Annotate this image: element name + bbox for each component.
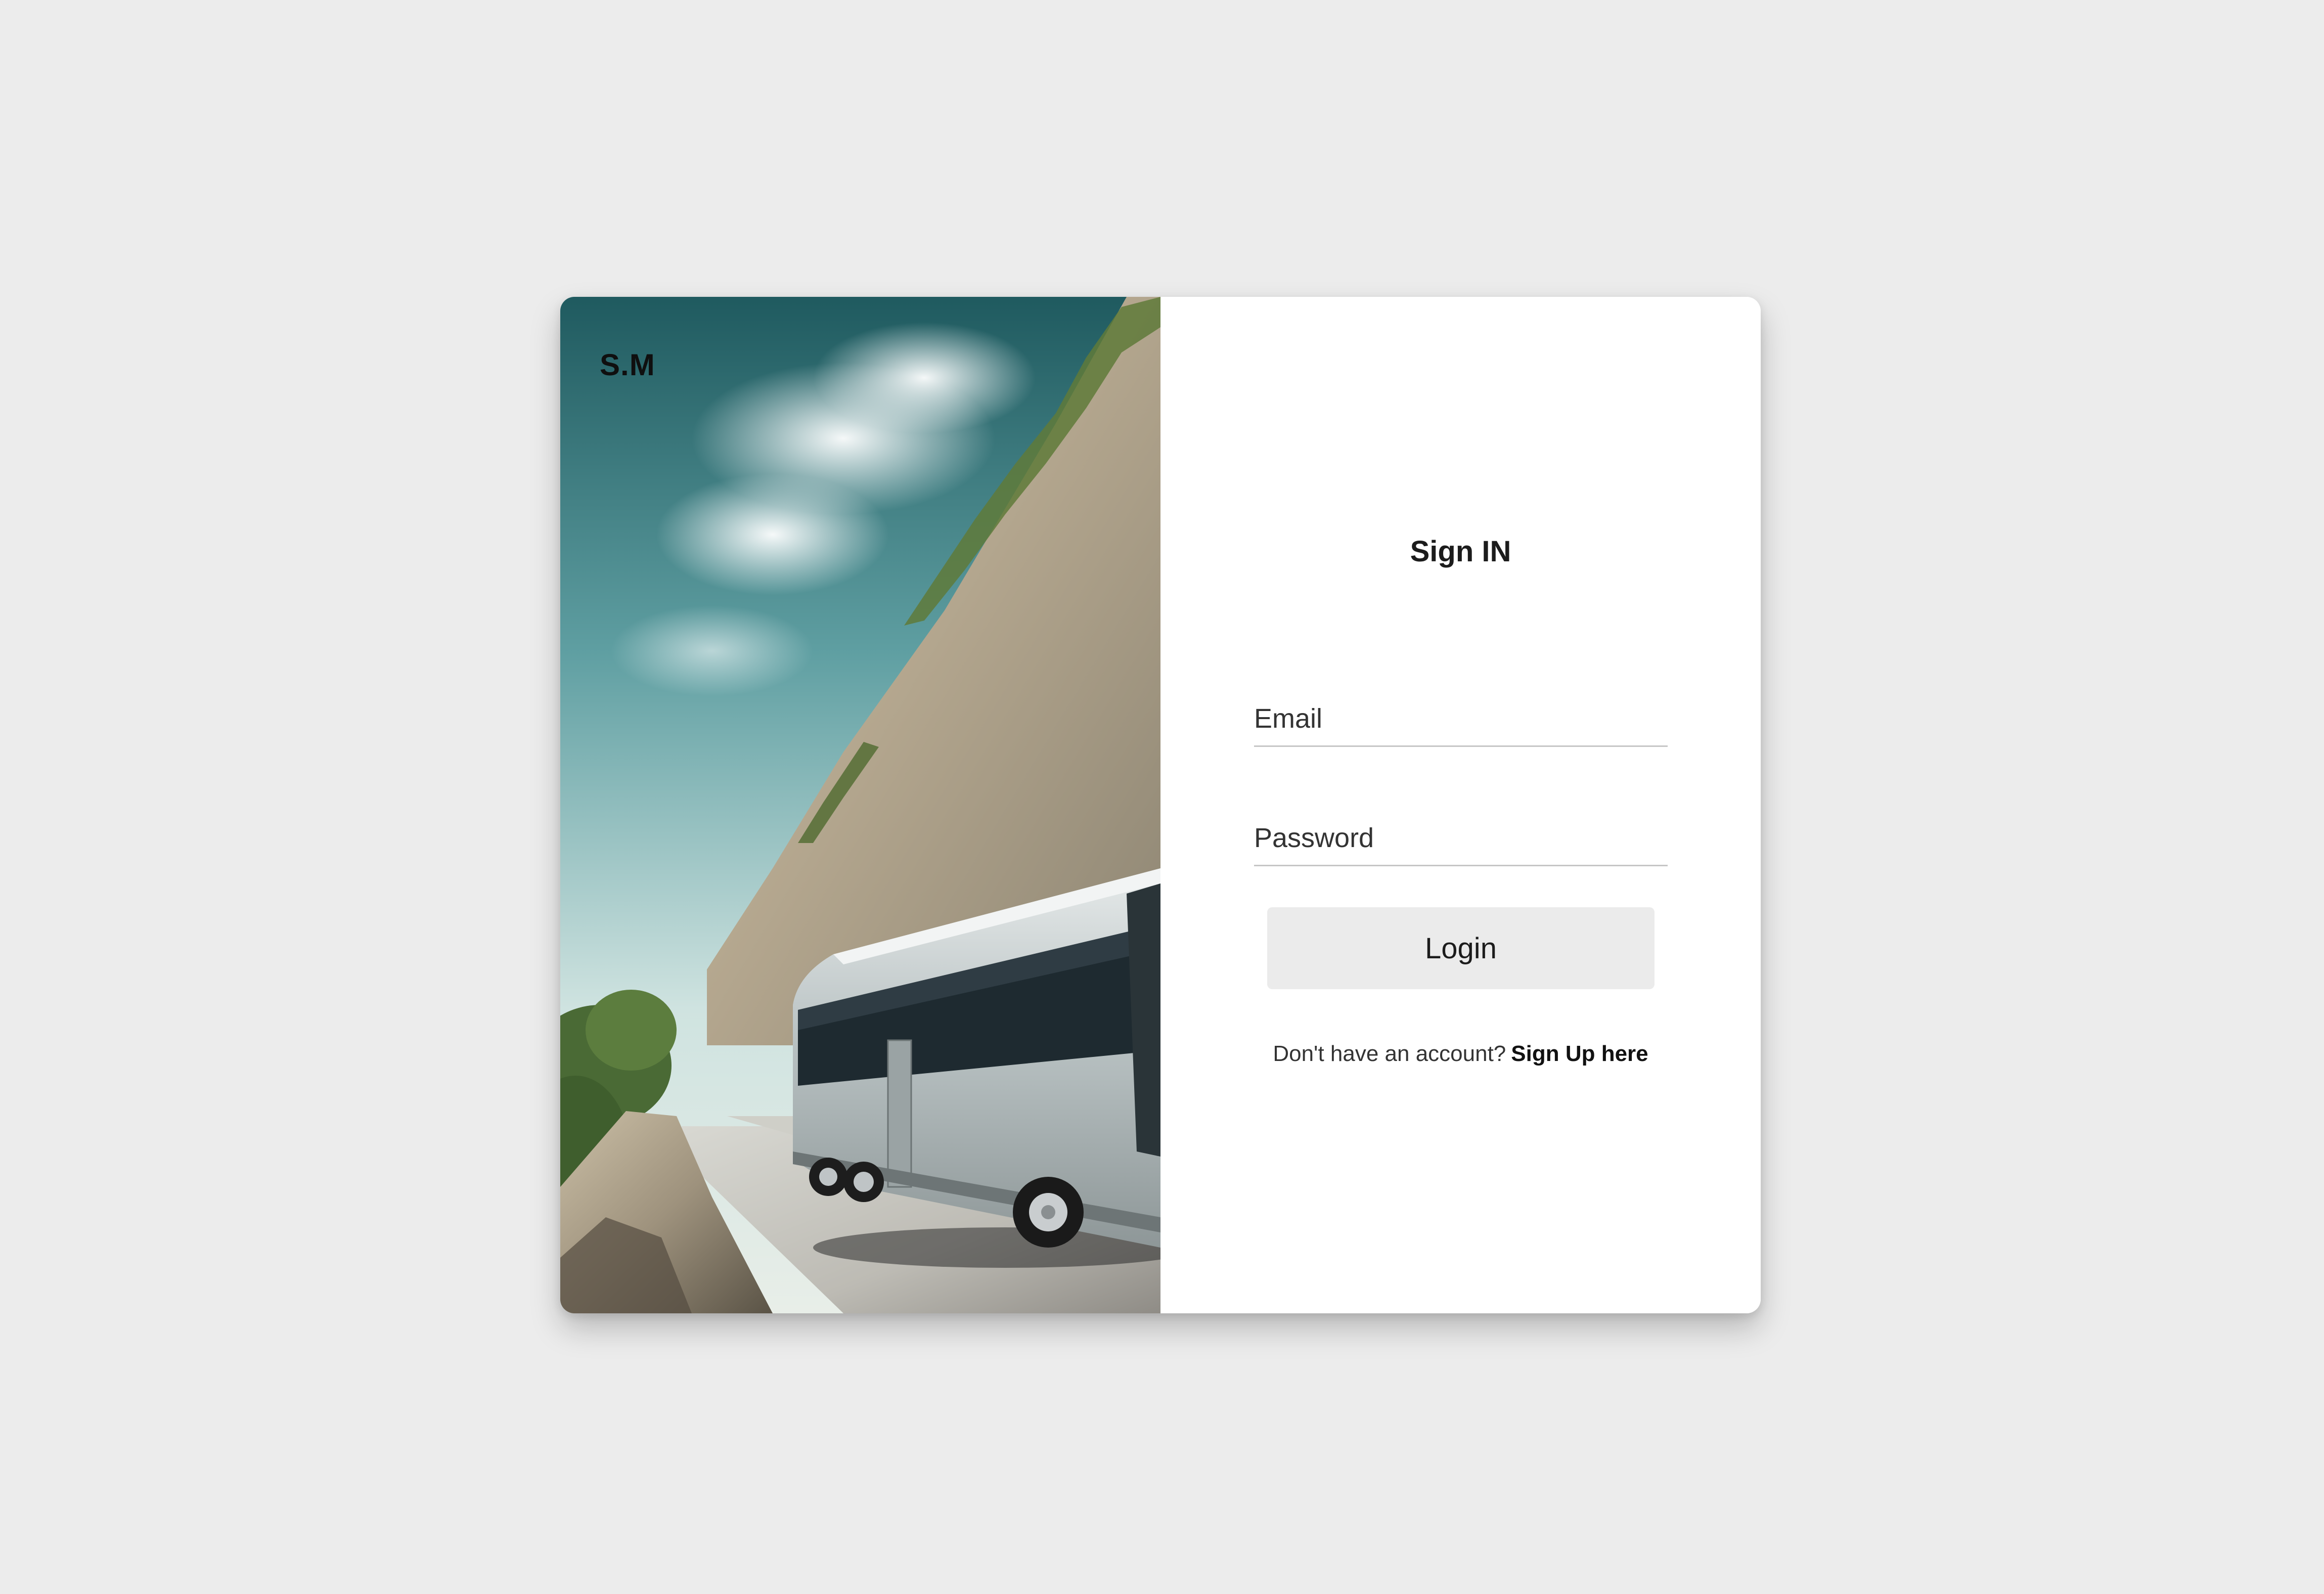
email-field[interactable] xyxy=(1254,691,1668,747)
page-title: Sign IN xyxy=(1410,535,1511,568)
bus-photo xyxy=(560,297,1160,1313)
signup-prompt-row: Don't have an account? Sign Up here xyxy=(1160,1041,1761,1067)
hero-image-panel: S.M xyxy=(560,297,1160,1313)
login-card: S.M Sign IN Login Don't have an account?… xyxy=(560,297,1761,1313)
signup-link[interactable]: Sign Up here xyxy=(1511,1041,1648,1066)
login-button[interactable]: Login xyxy=(1267,907,1655,989)
signin-form-panel: Sign IN Login Don't have an account?Sign… xyxy=(1160,297,1761,1313)
signup-prompt-text: Don't have an account? xyxy=(1273,1041,1506,1066)
brand-logo: S.M xyxy=(600,348,655,382)
password-field[interactable] xyxy=(1254,811,1668,866)
